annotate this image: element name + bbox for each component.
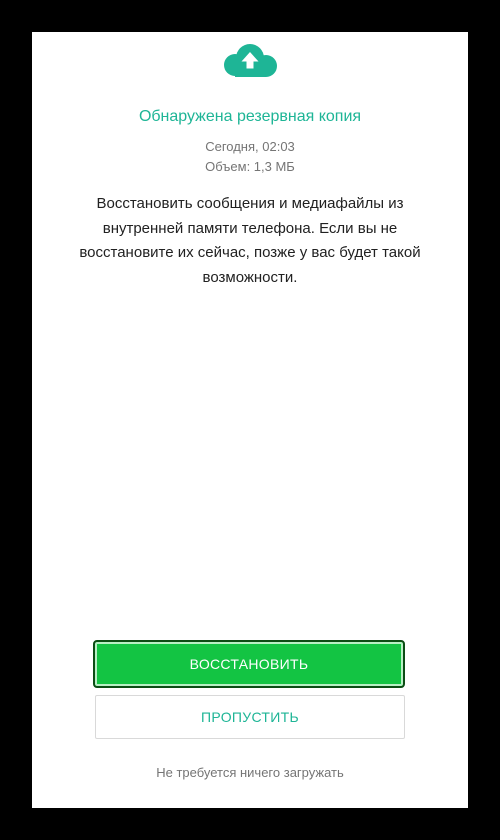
skip-button-label: ПРОПУСТИТЬ	[201, 709, 299, 725]
no-download-note: Не требуется ничего загружать	[156, 765, 344, 780]
restore-description: Восстановить сообщения и медиафайлы из в…	[79, 195, 421, 286]
backup-found-screen: Обнаружена резервная копия Сегодня, 02:0…	[32, 32, 468, 808]
cloud-upload-icon	[224, 44, 277, 77]
backup-date: Сегодня, 02:03	[205, 139, 295, 154]
restore-button[interactable]: ВОССТАНОВИТЬ	[93, 640, 405, 688]
skip-button[interactable]: ПРОПУСТИТЬ	[95, 695, 405, 739]
restore-button-label: ВОССТАНОВИТЬ	[189, 656, 309, 672]
backup-size: Объем: 1,3 МБ	[205, 159, 295, 174]
backup-found-title: Обнаружена резервная копия	[138, 108, 362, 125]
